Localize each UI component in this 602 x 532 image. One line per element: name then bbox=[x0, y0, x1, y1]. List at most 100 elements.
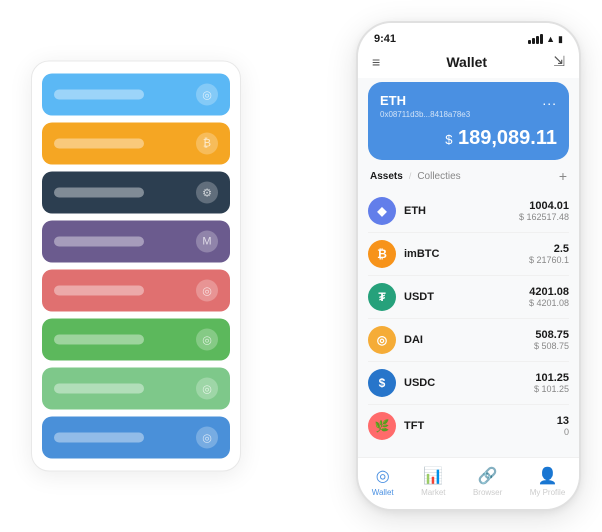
add-asset-button[interactable]: + bbox=[559, 168, 567, 184]
scene: ◎ ₿ ⚙ M ◎ ◎ ◎ ◎ bbox=[11, 11, 591, 521]
scan-icon[interactable]: ⇲ bbox=[553, 53, 565, 70]
tab-divider: / bbox=[409, 171, 412, 181]
eth-card-balance: $ 189,089.11 bbox=[380, 127, 557, 150]
card-text-1 bbox=[54, 90, 144, 100]
signal-bar-4 bbox=[540, 34, 543, 44]
card-item-5[interactable]: ◎ bbox=[42, 270, 230, 312]
usdt-name: USDT bbox=[404, 291, 529, 303]
card-item-2[interactable]: ₿ bbox=[42, 123, 230, 165]
card-icon-6: ◎ bbox=[196, 329, 218, 351]
asset-item-usdt[interactable]: ₮ USDT 4201.08 $ 4201.08 bbox=[368, 276, 569, 319]
nav-profile[interactable]: 👤 My Profile bbox=[530, 466, 566, 497]
card-item-1[interactable]: ◎ bbox=[42, 74, 230, 116]
usdt-values: 4201.08 $ 4201.08 bbox=[529, 286, 569, 308]
wifi-icon: ▲ bbox=[546, 34, 555, 44]
nav-browser[interactable]: 🔗 Browser bbox=[473, 466, 502, 497]
usdc-values: 101.25 $ 101.25 bbox=[534, 372, 569, 394]
tft-logo: 🌿 bbox=[368, 412, 396, 440]
market-nav-label: Market bbox=[421, 488, 445, 497]
eth-values: 1004.01 $ 162517.48 bbox=[519, 200, 569, 222]
menu-icon[interactable]: ≡ bbox=[372, 55, 380, 69]
card-icon-3: ⚙ bbox=[196, 182, 218, 204]
card-item-3[interactable]: ⚙ bbox=[42, 172, 230, 214]
eth-card-header: ETH ... bbox=[380, 92, 557, 108]
usdt-logo: ₮ bbox=[368, 283, 396, 311]
browser-nav-label: Browser bbox=[473, 488, 502, 497]
usdc-name: USDC bbox=[404, 377, 534, 389]
phone-header: ≡ Wallet ⇲ bbox=[358, 49, 579, 78]
nav-market[interactable]: 📊 Market bbox=[421, 466, 445, 497]
battery-icon: ▮ bbox=[558, 34, 563, 45]
eth-card-title: ETH bbox=[380, 93, 406, 108]
tab-collecties[interactable]: Collecties bbox=[417, 171, 460, 182]
imbtc-amount: 2.5 bbox=[529, 243, 569, 255]
card-item-4[interactable]: M bbox=[42, 221, 230, 263]
wallet-nav-label: Wallet bbox=[372, 488, 394, 497]
browser-nav-icon: 🔗 bbox=[478, 466, 498, 486]
card-text-8 bbox=[54, 433, 144, 443]
assets-tabs: Assets / Collecties bbox=[370, 171, 461, 182]
card-icon-7: ◎ bbox=[196, 378, 218, 400]
dai-name: DAI bbox=[404, 334, 534, 346]
eth-card-menu[interactable]: ... bbox=[542, 92, 557, 108]
tft-name: TFT bbox=[404, 420, 557, 432]
imbtc-logo: ₿ bbox=[368, 240, 396, 268]
status-time: 9:41 bbox=[374, 33, 396, 45]
usdt-amount: 4201.08 bbox=[529, 286, 569, 298]
card-text-4 bbox=[54, 237, 144, 247]
page-title: Wallet bbox=[446, 54, 487, 70]
asset-item-eth[interactable]: ◆ ETH 1004.01 $ 162517.48 bbox=[368, 190, 569, 233]
asset-item-imbtc[interactable]: ₿ imBTC 2.5 $ 21760.1 bbox=[368, 233, 569, 276]
tab-assets[interactable]: Assets bbox=[370, 171, 403, 182]
eth-usd: $ 162517.48 bbox=[519, 212, 569, 222]
eth-balance-value: 189,089.11 bbox=[458, 127, 557, 149]
eth-name: ETH bbox=[404, 205, 519, 217]
eth-card[interactable]: ETH ... 0x08711d3b...8418a78e3 $ 189,089… bbox=[368, 82, 569, 160]
status-bar: 9:41 ▲ ▮ bbox=[358, 23, 579, 49]
eth-amount: 1004.01 bbox=[519, 200, 569, 212]
tft-usd: 0 bbox=[557, 427, 569, 437]
card-icon-2: ₿ bbox=[196, 133, 218, 155]
eth-logo: ◆ bbox=[368, 197, 396, 225]
signal-bars-icon bbox=[528, 34, 543, 44]
profile-nav-label: My Profile bbox=[530, 488, 566, 497]
usdc-amount: 101.25 bbox=[534, 372, 569, 384]
market-nav-icon: 📊 bbox=[423, 466, 443, 486]
card-stack: ◎ ₿ ⚙ M ◎ ◎ ◎ ◎ bbox=[31, 61, 241, 472]
dai-amount: 508.75 bbox=[534, 329, 569, 341]
imbtc-values: 2.5 $ 21760.1 bbox=[529, 243, 569, 265]
eth-balance-symbol: $ bbox=[445, 132, 452, 147]
tft-amount: 13 bbox=[557, 415, 569, 427]
card-icon-1: ◎ bbox=[196, 84, 218, 106]
card-text-3 bbox=[54, 188, 144, 198]
dai-values: 508.75 $ 508.75 bbox=[534, 329, 569, 351]
card-item-8[interactable]: ◎ bbox=[42, 417, 230, 459]
card-text-6 bbox=[54, 335, 144, 345]
usdc-usd: $ 101.25 bbox=[534, 384, 569, 394]
usdt-usd: $ 4201.08 bbox=[529, 298, 569, 308]
card-icon-4: M bbox=[196, 231, 218, 253]
signal-bar-2 bbox=[532, 38, 535, 44]
asset-item-usdc[interactable]: $ USDC 101.25 $ 101.25 bbox=[368, 362, 569, 405]
tft-values: 13 0 bbox=[557, 415, 569, 437]
signal-bar-1 bbox=[528, 40, 531, 44]
asset-item-dai[interactable]: ◎ DAI 508.75 $ 508.75 bbox=[368, 319, 569, 362]
card-text-5 bbox=[54, 286, 144, 296]
status-icons: ▲ ▮ bbox=[528, 34, 563, 45]
nav-wallet[interactable]: ◎ Wallet bbox=[372, 466, 394, 497]
profile-nav-icon: 👤 bbox=[538, 466, 558, 486]
card-icon-5: ◎ bbox=[196, 280, 218, 302]
asset-list: ◆ ETH 1004.01 $ 162517.48 ₿ imBTC 2.5 $ … bbox=[358, 190, 579, 457]
usdc-logo: $ bbox=[368, 369, 396, 397]
card-item-7[interactable]: ◎ bbox=[42, 368, 230, 410]
asset-item-tft[interactable]: 🌿 TFT 13 0 bbox=[368, 405, 569, 447]
bottom-nav: ◎ Wallet 📊 Market 🔗 Browser 👤 My Profile bbox=[358, 457, 579, 509]
dai-usd: $ 508.75 bbox=[534, 341, 569, 351]
card-item-6[interactable]: ◎ bbox=[42, 319, 230, 361]
assets-header: Assets / Collecties + bbox=[358, 168, 579, 190]
imbtc-name: imBTC bbox=[404, 248, 529, 260]
eth-card-address: 0x08711d3b...8418a78e3 bbox=[380, 110, 557, 119]
card-text-7 bbox=[54, 384, 144, 394]
imbtc-usd: $ 21760.1 bbox=[529, 255, 569, 265]
signal-bar-3 bbox=[536, 36, 539, 44]
